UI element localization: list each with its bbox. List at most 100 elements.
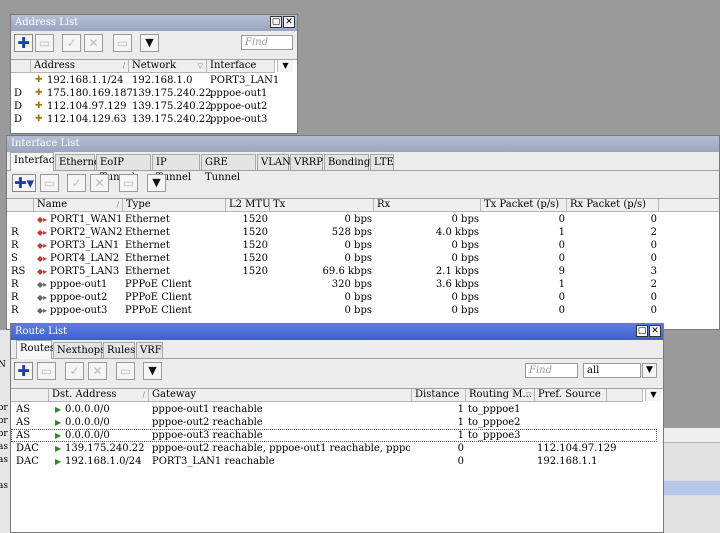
maximize-icon[interactable]: ▢	[636, 325, 648, 337]
col-network[interactable]: Network ▽	[129, 60, 207, 73]
background-window-strip	[660, 428, 720, 533]
table-row[interactable]: R ◆▸ pppoe-out1 PPPoE Client 320 bps 3.6 kbps…	[7, 278, 719, 291]
add-button[interactable]: ✚	[14, 34, 33, 52]
row-flag: AS	[16, 430, 31, 441]
col-rx-packet[interactable]: Rx Packet (p/s)	[567, 199, 659, 212]
enable-button[interactable]: ✓	[62, 34, 81, 52]
table-row[interactable]: R ◆▸ PORT3_LAN1 Ethernet 1520 0 bps 0 bps 0 0	[7, 239, 719, 252]
enable-button[interactable]: ✓	[67, 174, 86, 192]
table-row[interactable]: DAC ▶ 192.168.1.0/24 PORT3_LAN1 reachable 0 1…	[11, 455, 657, 468]
col-flag[interactable]	[11, 60, 31, 73]
columns-menu-icon[interactable]: ▼	[277, 60, 293, 72]
dropdown-arrow-icon[interactable]: ▼	[642, 363, 657, 378]
disable-button[interactable]: ✕	[84, 34, 103, 52]
add-button[interactable]: ✚	[14, 362, 33, 380]
col-address[interactable]: Address /	[31, 60, 129, 73]
col-spacer	[607, 389, 643, 402]
tab-interface[interactable]: Interface	[10, 152, 60, 171]
remove-button[interactable]: ▭	[40, 174, 59, 192]
tab-ip-tunnel[interactable]: IP Tunnel	[152, 154, 200, 183]
route-list-titlebar[interactable]: Route List ▢ ✕	[11, 324, 663, 340]
comment-button[interactable]: ▭	[116, 362, 135, 380]
table-row[interactable]: ✚ 192.168.1.1/24 192.168.1.0 PORT3_LAN1	[11, 74, 297, 87]
table-row[interactable]: RS ◆▸ PORT5_LAN3 Ethernet 1520 69.6 kbps 2.1 k…	[7, 265, 719, 278]
gateway: pppoe-out2 reachable, pppoe-out1 reachab…	[152, 443, 410, 454]
col-rx[interactable]: Rx	[374, 199, 481, 212]
table-row[interactable]: DAC ▶ 139.175.240.22 pppoe-out2 reachable, …	[11, 442, 657, 455]
dst-address: 0.0.0.0/0	[65, 430, 110, 441]
col-l2mtu[interactable]: L2 MTU	[226, 199, 270, 212]
col-tx-packet[interactable]: Tx Packet (p/s)	[481, 199, 567, 212]
tab-nexthops[interactable]: Nexthops	[53, 342, 105, 358]
table-row[interactable]: R ◆▸ pppoe-out3 PPPoE Client 0 bps 0 bps 0 0	[7, 304, 719, 317]
maximize-icon[interactable]: ▢	[270, 16, 282, 28]
gateway: pppoe-out2 reachable	[152, 417, 263, 428]
row-flag: D	[14, 101, 23, 112]
comment-button[interactable]: ▭	[119, 174, 138, 192]
table-row[interactable]: R ◆▸ PORT2_WAN2 Ethernet 1520 528 bps 4.0 kbps…	[7, 226, 719, 239]
filter-icon[interactable]: ▼	[140, 34, 159, 52]
window-title: Interface List	[11, 138, 80, 149]
col-interface[interactable]: Interface	[207, 60, 275, 73]
close-icon[interactable]: ✕	[283, 16, 295, 28]
distance: 0	[457, 443, 464, 454]
col-routing-mark[interactable]: Routing M... ▽	[466, 389, 535, 402]
tab-eoip-tunnel[interactable]: EoIP Tunnel	[96, 154, 151, 183]
address-table: Address / Network ▽ Interface ▼ ✚ 192.168.1…	[11, 59, 297, 133]
add-menu-button[interactable]: ✚▾	[12, 174, 36, 192]
tab-ethernet[interactable]: Ethernet	[55, 154, 104, 170]
rx-rate: 0 bps	[451, 214, 479, 225]
address-list-titlebar[interactable]: Address List ▢ ✕	[11, 15, 297, 31]
filter-icon[interactable]: ▼	[147, 174, 166, 192]
background-text-fragment: N	[0, 360, 6, 370]
table-row[interactable]: AS ▶ 0.0.0.0/0 pppoe-out2 reachable 1 to_pppo…	[11, 416, 657, 429]
find-input[interactable]: Find	[241, 35, 293, 50]
filter-icon[interactable]: ▼	[143, 362, 162, 380]
col-gateway[interactable]: Gateway	[149, 389, 412, 402]
comment-button[interactable]: ▭	[113, 34, 132, 52]
tab-vlan[interactable]: VLAN	[257, 154, 291, 170]
columns-menu-icon[interactable]: ▼	[645, 389, 661, 401]
tab-rules[interactable]: Rules	[103, 342, 135, 358]
table-row[interactable]: D ✚ 112.104.97.129 139.175.240.22 pppoe-out2	[11, 100, 297, 113]
dst-address: 0.0.0.0/0	[65, 404, 110, 415]
find-input[interactable]: Find	[525, 363, 578, 378]
col-tx[interactable]: Tx	[270, 199, 374, 212]
col-flag[interactable]	[11, 389, 49, 402]
interface-list-titlebar[interactable]: Interface List	[7, 136, 719, 152]
tab-lte[interactable]: LTE	[370, 154, 394, 170]
filter-select[interactable]: all	[583, 363, 641, 378]
col-dst-address[interactable]: Dst. Address /	[49, 389, 149, 402]
remove-button[interactable]: ▭	[37, 362, 56, 380]
table-row[interactable]: AS ▶ 0.0.0.0/0 pppoe-out1 reachable 1 to_pppo…	[11, 403, 657, 416]
ethernet-port-icon: ◆▸	[37, 228, 48, 237]
row-flag: DAC	[16, 456, 39, 467]
table-row[interactable]: S ◆▸ PORT4_LAN2 Ethernet 1520 0 bps 0 bps 0 0	[7, 252, 719, 265]
table-row[interactable]: ◆▸ PORT1_WAN1 Ethernet 1520 0 bps 0 bps 0 0	[7, 213, 719, 226]
disable-button[interactable]: ✕	[88, 362, 107, 380]
col-flag[interactable]	[7, 199, 34, 212]
enable-button[interactable]: ✓	[65, 362, 84, 380]
col-name[interactable]: Name /	[34, 199, 123, 212]
background-text-fragment: as	[0, 481, 8, 491]
row-flag: AS	[16, 417, 31, 428]
col-type[interactable]: Type	[123, 199, 226, 212]
tab-gre-tunnel[interactable]: GRE Tunnel	[201, 154, 256, 183]
remove-button[interactable]: ▭	[35, 34, 54, 52]
col-distance[interactable]: Distance	[412, 389, 466, 402]
rx-packet-rate: 0	[650, 240, 657, 251]
background-text-fragment: as	[0, 455, 8, 465]
l2-mtu: 1520	[242, 227, 268, 238]
tab-vrrp[interactable]: VRRP	[290, 154, 323, 170]
table-row[interactable]: D ✚ 112.104.129.63 139.175.240.22 pppoe-out3	[11, 113, 297, 126]
dst-address: 0.0.0.0/0	[65, 417, 110, 428]
close-icon[interactable]: ✕	[649, 325, 661, 337]
table-row[interactable]: R ◆▸ pppoe-out2 PPPoE Client 0 bps 0 bps 0 0	[7, 291, 719, 304]
col-pref-source[interactable]: Pref. Source	[535, 389, 607, 402]
table-row[interactable]: D ✚ 175.180.169.187 139.175.240.22 pppoe-out…	[11, 87, 297, 100]
table-row[interactable]: AS ▶ 0.0.0.0/0 pppoe-out3 reachable 1 to_pppo…	[11, 429, 657, 442]
tab-vrf[interactable]: VRF	[136, 342, 163, 358]
disable-button[interactable]: ✕	[90, 174, 109, 192]
tab-routes[interactable]: Routes	[16, 340, 55, 359]
tab-bonding[interactable]: Bonding	[324, 154, 370, 170]
